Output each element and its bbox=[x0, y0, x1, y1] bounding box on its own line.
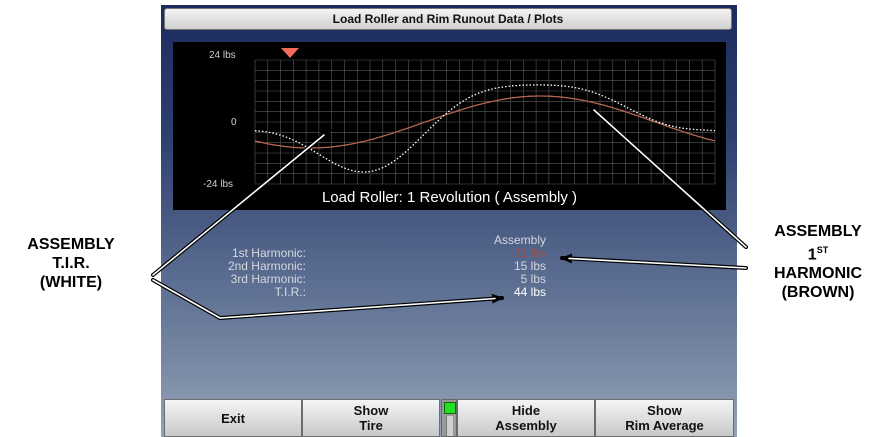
callout-line: (BROWN) bbox=[781, 284, 855, 302]
ordinal-number: 1 bbox=[807, 246, 817, 264]
callout-line: (WHITE) bbox=[39, 274, 103, 291]
callout-line: HARMONIC bbox=[774, 265, 862, 283]
assembly-tir-callout: ASSEMBLY T.I.R. (WHITE) bbox=[2, 235, 140, 292]
callout-arrows bbox=[151, 103, 748, 320]
ordinal-suffix: ST bbox=[816, 245, 829, 255]
callout-line: ASSEMBLY bbox=[27, 236, 115, 253]
callout-line: T.I.R. bbox=[52, 255, 90, 272]
assembly-first-harmonic-callout: ASSEMBLY 1ST HARMONIC (BROWN) bbox=[752, 222, 884, 302]
callout-line: ASSEMBLY bbox=[774, 223, 862, 240]
callout-line-ordinal: 1ST bbox=[752, 241, 884, 264]
